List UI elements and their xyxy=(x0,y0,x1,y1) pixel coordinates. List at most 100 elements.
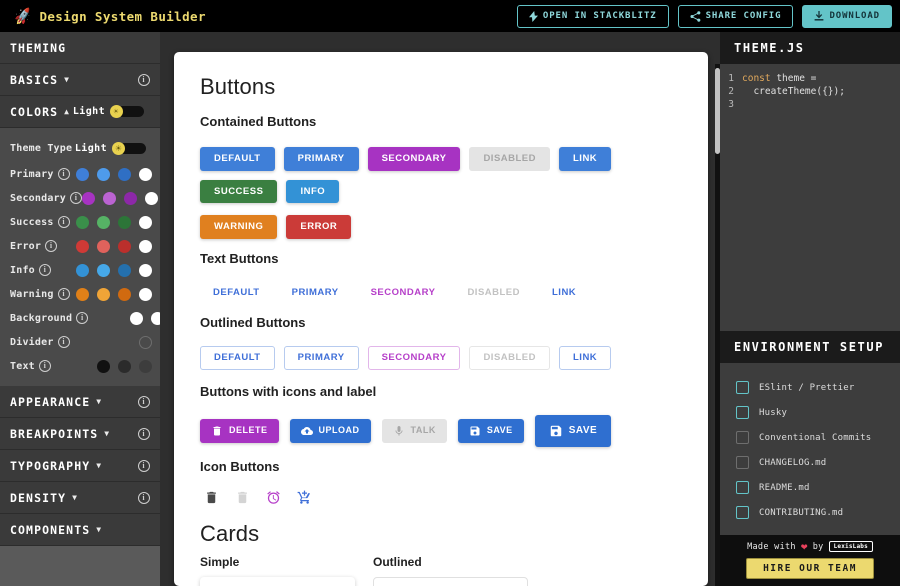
icon-label-button-upload[interactable]: UPLOAD xyxy=(289,418,371,443)
env-item[interactable]: README.md xyxy=(720,475,900,500)
color-swatch[interactable] xyxy=(139,239,152,253)
contained-button-default[interactable]: DEFAULT xyxy=(200,147,275,171)
color-swatch[interactable] xyxy=(97,239,110,253)
sidebar-section-components[interactable]: COMPONENTS ▼ xyxy=(0,514,160,546)
icon-button-trash-icon[interactable] xyxy=(204,490,219,505)
env-item[interactable]: CHANGELOG.md xyxy=(720,450,900,475)
theme-toggle-header[interactable]: Light ☀ xyxy=(73,105,144,118)
color-swatch[interactable] xyxy=(124,191,137,205)
text-button-link[interactable]: LINK xyxy=(543,282,585,304)
sidebar-section-typography[interactable]: TYPOGRAPHY ▼ i xyxy=(0,450,160,482)
checkbox[interactable] xyxy=(736,406,749,419)
contained-button-primary[interactable]: PRIMARY xyxy=(283,147,359,171)
color-swatch[interactable] xyxy=(97,167,110,181)
info-icon[interactable]: i xyxy=(57,168,70,180)
color-swatch[interactable] xyxy=(130,311,144,325)
info-icon[interactable]: i xyxy=(138,427,150,440)
env-item[interactable]: CONTRIBUTING.md xyxy=(720,500,900,525)
theme-type-toggle[interactable]: Light ☀ xyxy=(75,141,146,155)
color-swatch[interactable] xyxy=(118,239,131,253)
info-icon[interactable]: i xyxy=(38,264,51,276)
sidebar-section-density[interactable]: DENSITY ▼ i xyxy=(0,482,160,514)
info-icon[interactable]: i xyxy=(76,312,89,324)
info-icon[interactable]: i xyxy=(57,288,70,300)
env-item[interactable]: ESlint / Prettier xyxy=(720,375,900,400)
color-swatch[interactable] xyxy=(139,287,152,301)
theme-type-switch[interactable]: ☀ xyxy=(112,141,146,155)
color-swatch[interactable] xyxy=(76,287,89,301)
icon-button-alarm-icon[interactable] xyxy=(266,490,281,505)
color-swatch[interactable] xyxy=(97,215,110,229)
swatch-outline[interactable] xyxy=(139,335,152,349)
text-button-secondary[interactable]: SECONDARY xyxy=(362,282,445,304)
color-swatch[interactable] xyxy=(82,191,95,205)
checkbox[interactable] xyxy=(736,481,749,494)
info-icon[interactable]: i xyxy=(138,491,150,504)
color-swatch[interactable] xyxy=(139,263,152,277)
outlined-button-secondary[interactable]: SECONDARY xyxy=(367,346,461,370)
color-swatch[interactable] xyxy=(118,359,131,373)
outlined-button-link[interactable]: LINK xyxy=(559,346,612,370)
code-rest: createTheme({}); xyxy=(742,86,845,97)
color-swatch[interactable] xyxy=(103,191,116,205)
code-editor[interactable]: 1 const theme = 2 createTheme({}); 3 xyxy=(720,64,900,331)
checkbox[interactable] xyxy=(736,431,749,444)
color-swatch[interactable] xyxy=(118,215,131,229)
color-swatch[interactable] xyxy=(97,263,110,277)
info-icon[interactable]: i xyxy=(70,192,82,204)
card[interactable]: Word of the Day xyxy=(373,576,528,586)
color-swatch[interactable] xyxy=(76,215,89,229)
color-swatch[interactable] xyxy=(118,167,131,181)
download-button[interactable]: DOWNLOAD xyxy=(802,4,892,28)
info-icon[interactable]: i xyxy=(45,240,58,252)
contained-button-error[interactable]: ERROR xyxy=(286,215,352,239)
outlined-button-default[interactable]: DEFAULT xyxy=(200,346,275,370)
card-label: Simple xyxy=(200,554,240,569)
card[interactable]: Word of the Day xyxy=(200,576,355,586)
sidebar-section-basics[interactable]: BASICS ▼ i xyxy=(0,64,160,96)
theme-switch[interactable]: ☀ xyxy=(110,105,144,118)
contained-button-link[interactable]: LINK xyxy=(559,147,612,171)
contained-button-warning[interactable]: WARNING xyxy=(200,215,278,239)
checkbox[interactable] xyxy=(736,506,749,519)
env-item[interactable]: Conventional Commits xyxy=(720,425,900,450)
text-button-primary[interactable]: PRIMARY xyxy=(283,282,348,304)
outlined-button-primary[interactable]: PRIMARY xyxy=(283,346,359,370)
color-swatch[interactable] xyxy=(151,311,160,325)
color-swatch[interactable] xyxy=(76,239,89,253)
color-swatch[interactable] xyxy=(118,287,131,301)
color-swatch[interactable] xyxy=(139,167,152,181)
contained-button-info[interactable]: INFO xyxy=(286,179,340,203)
color-swatch[interactable] xyxy=(97,287,110,301)
env-item[interactable]: Husky xyxy=(720,400,900,425)
sidebar-section-appearance[interactable]: APPEARANCE ▼ i xyxy=(0,386,160,418)
info-icon[interactable]: i xyxy=(57,216,70,228)
icon-label-button-delete[interactable]: DELETE xyxy=(200,418,279,443)
share-config-button[interactable]: SHARE CONFIG xyxy=(677,4,794,28)
info-icon[interactable]: i xyxy=(57,336,70,348)
open-in-stackblitz-button[interactable]: OPEN IN STACKBLITZ xyxy=(516,4,669,28)
checkbox[interactable] xyxy=(736,456,749,469)
icon-button-trash-icon[interactable] xyxy=(235,490,250,505)
icon-button-add-shopping-cart-icon[interactable] xyxy=(297,490,312,505)
info-icon[interactable]: i xyxy=(138,73,150,86)
icon-label-button-save[interactable]: SAVE xyxy=(534,414,612,447)
info-icon[interactable]: i xyxy=(138,395,150,408)
sidebar-section-breakpoints[interactable]: BREAKPOINTS ▼ i xyxy=(0,418,160,450)
color-swatch[interactable] xyxy=(97,359,110,373)
checkbox[interactable] xyxy=(736,381,749,394)
icon-label-button-save[interactable]: SAVE xyxy=(457,418,524,443)
contained-button-success[interactable]: SUCCESS xyxy=(200,179,278,203)
color-swatch[interactable] xyxy=(139,215,152,229)
info-icon[interactable]: i xyxy=(38,360,51,372)
color-swatch[interactable] xyxy=(118,263,131,277)
color-swatch[interactable] xyxy=(76,263,89,277)
color-swatch[interactable] xyxy=(145,191,158,205)
sidebar-section-colors[interactable]: COLORS ▲ Light ☀ xyxy=(0,96,160,128)
text-button-default[interactable]: DEFAULT xyxy=(204,282,269,304)
info-icon[interactable]: i xyxy=(138,459,150,472)
hire-our-team-button[interactable]: HIRE OUR TEAM xyxy=(746,558,874,579)
color-swatch[interactable] xyxy=(76,167,89,181)
contained-button-secondary[interactable]: SECONDARY xyxy=(367,147,461,171)
color-swatch[interactable] xyxy=(139,359,152,373)
